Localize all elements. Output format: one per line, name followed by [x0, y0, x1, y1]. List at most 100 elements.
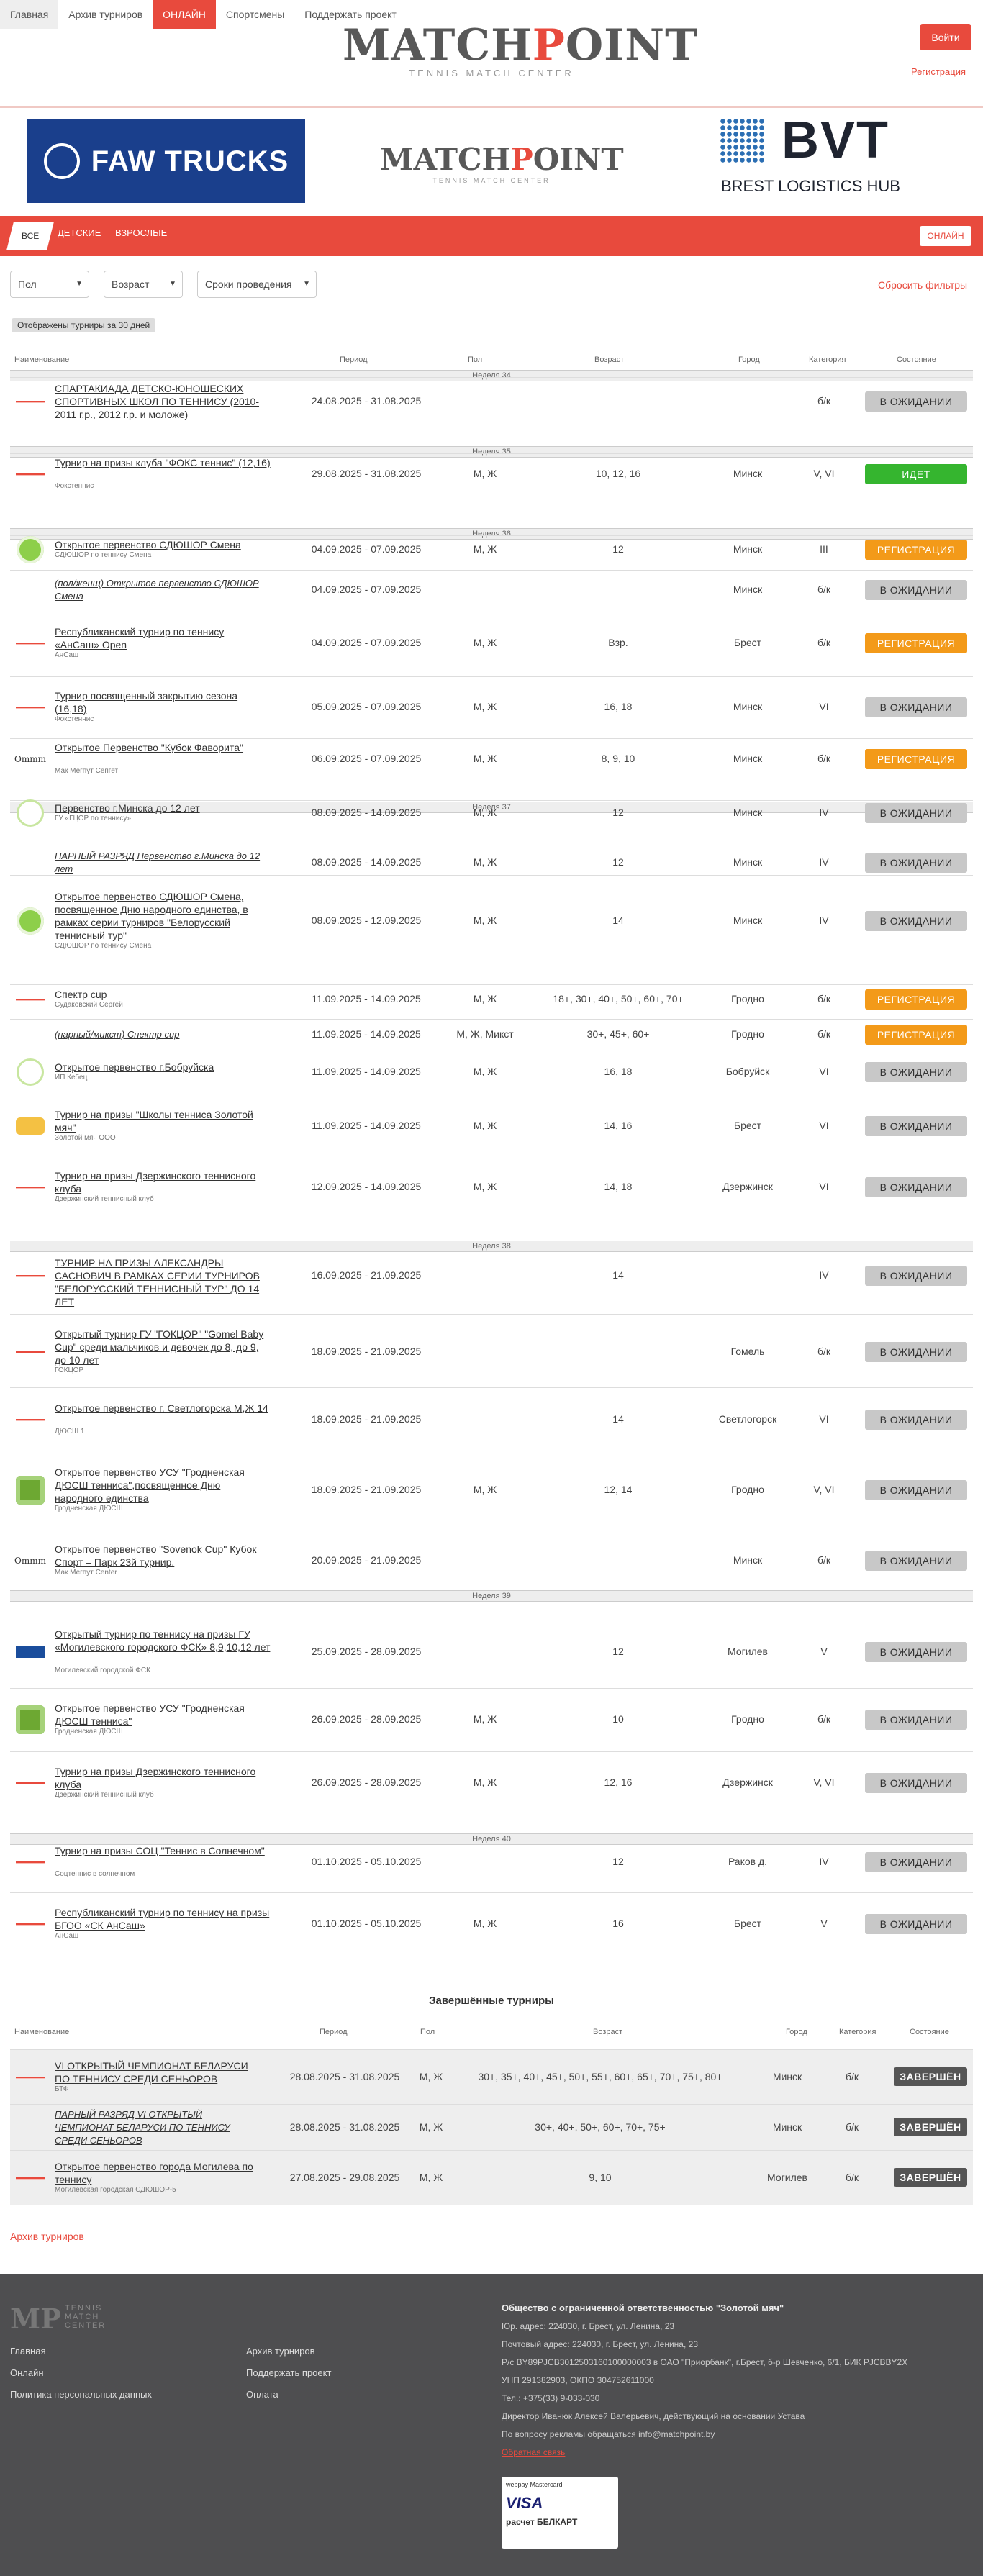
- tab-adults[interactable]: ВЗРОСЛЫЕ: [115, 227, 167, 238]
- footer-link-payment[interactable]: Оплата: [246, 2389, 278, 2400]
- footer-logo[interactable]: MP TENNIS MATCH CENTER: [10, 2303, 104, 2335]
- status-button[interactable]: В ОЖИДАНИИ: [865, 1342, 967, 1362]
- tournament-name-link[interactable]: Открытое первенство "Sovenok Cup" Кубок …: [55, 1543, 271, 1569]
- age-cell: 12: [612, 1646, 624, 1657]
- category-cell: б/к: [817, 637, 831, 648]
- status-button[interactable]: В ОЖИДАНИИ: [865, 1410, 967, 1430]
- reset-filters-link[interactable]: Сбросить фильтры: [878, 279, 967, 291]
- online-button[interactable]: ОНЛАЙН: [920, 226, 971, 246]
- tournament-name-link[interactable]: Турнир на призы клуба "ФОКС теннис" (12,…: [55, 456, 271, 469]
- status-button[interactable]: В ОЖИДАНИИ: [865, 1062, 967, 1082]
- organizer-logo-icon: [14, 536, 46, 563]
- tournament-name-link[interactable]: (пол/женщ) Открытое первенство СДЮШОР См…: [55, 577, 271, 603]
- status-button[interactable]: РЕГИСТРАЦИЯ: [865, 633, 967, 653]
- status-button[interactable]: ЗАВЕРШЁН: [894, 2118, 967, 2136]
- tournament-name-link[interactable]: Республиканский турнир по теннису «АнСаш…: [55, 625, 271, 651]
- tournament-name-link[interactable]: Открытое Первенство "Кубок Фаворита": [55, 741, 271, 754]
- tournament-name-link[interactable]: Открытый турнир по теннису на призы ГУ «…: [55, 1628, 271, 1654]
- gender-select[interactable]: Пол ▼: [10, 271, 89, 298]
- period-cell: 11.09.2025 - 14.09.2025: [312, 1120, 421, 1131]
- status-button[interactable]: В ОЖИДАНИИ: [865, 1116, 967, 1136]
- status-button[interactable]: РЕГИСТРАЦИЯ: [865, 540, 967, 560]
- tournament-name-link[interactable]: Турнир на призы Дзержинского теннисного …: [55, 1169, 271, 1195]
- tournament-name-link[interactable]: Турнир на призы "Школы тенниса Золотой м…: [55, 1108, 271, 1134]
- status-button[interactable]: В ОЖИДАНИИ: [865, 1642, 967, 1662]
- tab-kids[interactable]: ДЕТСКИЕ: [58, 227, 101, 238]
- category-cell: IV: [819, 1856, 829, 1867]
- tournament-name-link[interactable]: Открытое первенство города Могилева по т…: [55, 2160, 263, 2186]
- status-button[interactable]: ЗАВЕРШЁН: [894, 2168, 967, 2187]
- dates-select[interactable]: Сроки проведения ▼: [197, 271, 317, 298]
- organizer-logo-mark: [16, 1351, 45, 1353]
- tournament-name-link[interactable]: (парный/микст) Спектр cup: [55, 1028, 271, 1041]
- footer-link-home[interactable]: Главная: [10, 2346, 45, 2357]
- column-header-period: Период: [340, 355, 368, 364]
- tournament-name-link[interactable]: Открытый турнир ГУ "ГОКЦОР" "Gomel Baby …: [55, 1328, 271, 1366]
- column-header-category: Категория: [809, 355, 846, 364]
- footer-link-support[interactable]: Поддержать проект: [246, 2367, 331, 2378]
- tournament-name-link[interactable]: Турнир на призы СОЦ "Теннис в Солнечном": [55, 1844, 271, 1857]
- status-button[interactable]: В ОЖИДАНИИ: [865, 803, 967, 823]
- tournament-name-link[interactable]: Первенство г.Минска до 12 лет: [55, 802, 271, 815]
- status-button[interactable]: ЗАВЕРШЁН: [894, 2067, 967, 2086]
- status-button[interactable]: В ОЖИДАНИИ: [865, 580, 967, 600]
- status-button[interactable]: В ОЖИДАНИИ: [865, 853, 967, 873]
- status-button[interactable]: РЕГИСТРАЦИЯ: [865, 1025, 967, 1045]
- gender-cell: М, Ж: [473, 1120, 497, 1131]
- status-button[interactable]: В ОЖИДАНИИ: [865, 1710, 967, 1730]
- tournament-name-link[interactable]: ПАРНЫЙ РАЗРЯД Первенство г.Минска до 12 …: [55, 850, 271, 876]
- tournament-name-link[interactable]: Открытое первенство СДЮШОР Смена, посвящ…: [55, 890, 271, 942]
- status-button[interactable]: В ОЖИДАНИИ: [865, 911, 967, 931]
- tournament-name-link[interactable]: Турнир посвященный закрытию сезона (16,1…: [55, 689, 271, 715]
- tournament-name-link[interactable]: Открытое первенство УСУ "Гродненская ДЮС…: [55, 1702, 271, 1728]
- footer-link-online[interactable]: Онлайн: [10, 2367, 44, 2378]
- footer-link-privacy[interactable]: Политика персональных данных: [10, 2389, 152, 2400]
- bvt-logo[interactable]: BVT BREST LOGISTICS HUB: [720, 112, 902, 204]
- tournament-name-link[interactable]: ТУРНИР НА ПРИЗЫ АЛЕКСАНДРЫ САСНОВИЧ В РА…: [55, 1256, 271, 1308]
- organizer-logo-mark: [16, 2076, 45, 2079]
- tournament-name-link[interactable]: VI ОТКРЫТЫЙ ЧЕМПИОНАТ БЕЛАРУСИ ПО ТЕННИС…: [55, 2059, 263, 2085]
- footer-link-archive[interactable]: Архив турниров: [246, 2346, 315, 2357]
- age-cell: 12: [612, 807, 624, 818]
- status-button[interactable]: В ОЖИДАНИИ: [865, 1914, 967, 1934]
- tournament-name-link[interactable]: Открытое первенство г.Бобруйска: [55, 1061, 271, 1074]
- category-bar: ВСЕ ДЕТСКИЕ ВЗРОСЛЫЕ ОНЛАЙН: [0, 216, 983, 256]
- status-button[interactable]: РЕГИСТРАЦИЯ: [865, 989, 967, 1010]
- matchpoint-sponsor-logo[interactable]: MATCHPOINT TENNIS MATCH CENTER: [380, 142, 624, 185]
- period-cell: 08.09.2025 - 14.09.2025: [311, 807, 422, 818]
- status-button[interactable]: В ОЖИДАНИИ: [865, 391, 967, 412]
- status-button[interactable]: В ОЖИДАНИИ: [865, 1177, 967, 1197]
- column-header-gender: Пол: [420, 2028, 435, 2036]
- tournament-name-link[interactable]: Открытое первенство г. Светлогорска М,Ж …: [55, 1402, 271, 1415]
- organizer-logo-mark: [16, 642, 45, 645]
- status-button[interactable]: В ОЖИДАНИИ: [865, 697, 967, 717]
- sponsor-banner: FAW TRUCKS MATCHPOINT TENNIS MATCH CENTE…: [0, 108, 983, 216]
- tournament-name-link[interactable]: СПАРТАКИАДА ДЕТСКО-ЮНОШЕСКИХ СПОРТИВНЫХ …: [55, 382, 271, 421]
- tournament-name-link[interactable]: Открытое первенство УСУ "Гродненская ДЮС…: [55, 1466, 271, 1505]
- table-row: ПАРНЫЙ РАЗРЯД Первенство г.Минска до 12 …: [10, 848, 973, 876]
- archive-link[interactable]: Архив турниров: [10, 2231, 84, 2242]
- status-button[interactable]: В ОЖИДАНИИ: [865, 1773, 967, 1793]
- login-button[interactable]: Войти: [920, 24, 971, 50]
- register-link[interactable]: Регистрация: [911, 66, 966, 77]
- ads-contact[interactable]: По вопросу рекламы обращаться info@match…: [502, 2429, 715, 2439]
- status-button[interactable]: В ОЖИДАНИИ: [865, 1551, 967, 1571]
- status-button[interactable]: В ОЖИДАНИИ: [865, 1266, 967, 1286]
- tournament-name-link[interactable]: Республиканский турнир по теннису на при…: [55, 1906, 271, 1932]
- site-logo[interactable]: MATCHPOINT TENNIS MATCH CENTER: [343, 20, 697, 78]
- feedback-link[interactable]: Обратная связь: [502, 2447, 565, 2457]
- category-cell: V: [820, 1918, 828, 1929]
- status-button[interactable]: ИДЕТ: [865, 464, 967, 484]
- tournament-name-link[interactable]: Турнир на призы Дзержинского теннисного …: [55, 1765, 271, 1791]
- status-button[interactable]: РЕГИСТРАЦИЯ: [865, 749, 967, 769]
- tournament-name-link[interactable]: Открытое первенство СДЮШОР Смена: [55, 538, 271, 551]
- organizer-logo-icon: [14, 2167, 46, 2189]
- gender-cell: М, Ж: [473, 993, 497, 1004]
- tournament-name-link[interactable]: Спектр cup: [55, 988, 271, 1001]
- status-button[interactable]: В ОЖИДАНИИ: [865, 1480, 967, 1500]
- age-select[interactable]: Возраст ▼: [104, 271, 183, 298]
- tab-all[interactable]: ВСЕ: [6, 222, 54, 250]
- status-button[interactable]: В ОЖИДАНИИ: [865, 1852, 967, 1872]
- tournament-name-link[interactable]: ПАРНЫЙ РАЗРЯД VI ОТКРЫТЫЙ ЧЕМПИОНАТ БЕЛА…: [55, 2108, 263, 2147]
- faw-trucks-logo[interactable]: FAW TRUCKS: [27, 119, 305, 203]
